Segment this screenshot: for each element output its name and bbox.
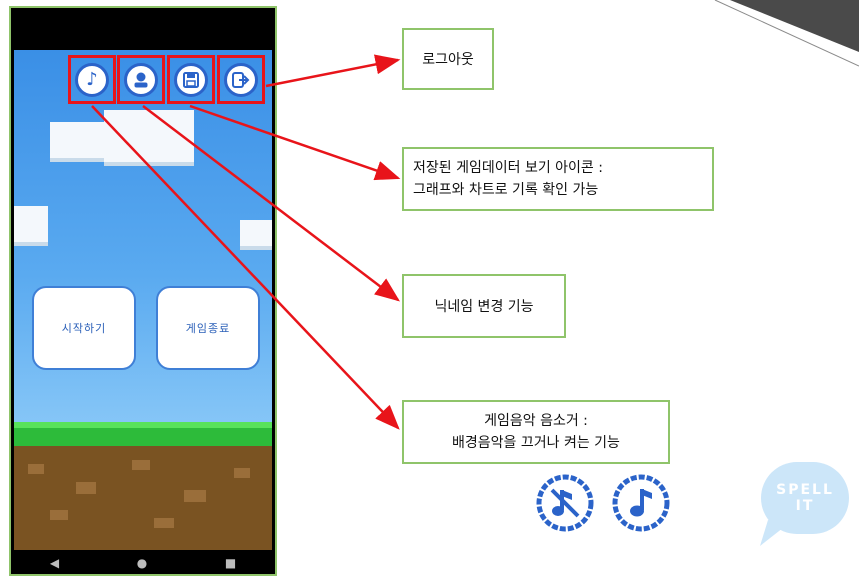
nickname-callout-text: 닉네임 변경 기능 (434, 299, 534, 315)
music-off-icon (536, 474, 594, 532)
music-on-icon (612, 474, 670, 532)
data-callout-line1: 저장된 게임데이터 보기 아이콘 : (413, 160, 603, 176)
nickname-callout: 닉네임 변경 기능 (402, 274, 566, 338)
logo-line1: SPELL (776, 482, 834, 498)
music-callout: 게임음악 음소거 : 배경음악을 끄거나 켜는 기능 (402, 400, 670, 464)
music-callout-line1: 게임음악 음소거 : (484, 413, 588, 429)
logout-callout-text: 로그아웃 (422, 52, 474, 68)
logo-bubble-tail (760, 520, 788, 546)
data-callout: 저장된 게임데이터 보기 아이콘 : 그래프와 차트로 기록 확인 가능 (402, 147, 714, 211)
music-arrow (91, 105, 400, 430)
data-callout-line2: 그래프와 차트로 기록 확인 가능 (413, 182, 599, 198)
music-callout-line2: 배경음악을 끄거나 켜는 기능 (452, 435, 620, 451)
logo-line2: IT (795, 498, 815, 514)
logout-callout: 로그아웃 (402, 28, 494, 90)
logout-arrow (265, 54, 401, 88)
data-arrow (189, 104, 401, 181)
